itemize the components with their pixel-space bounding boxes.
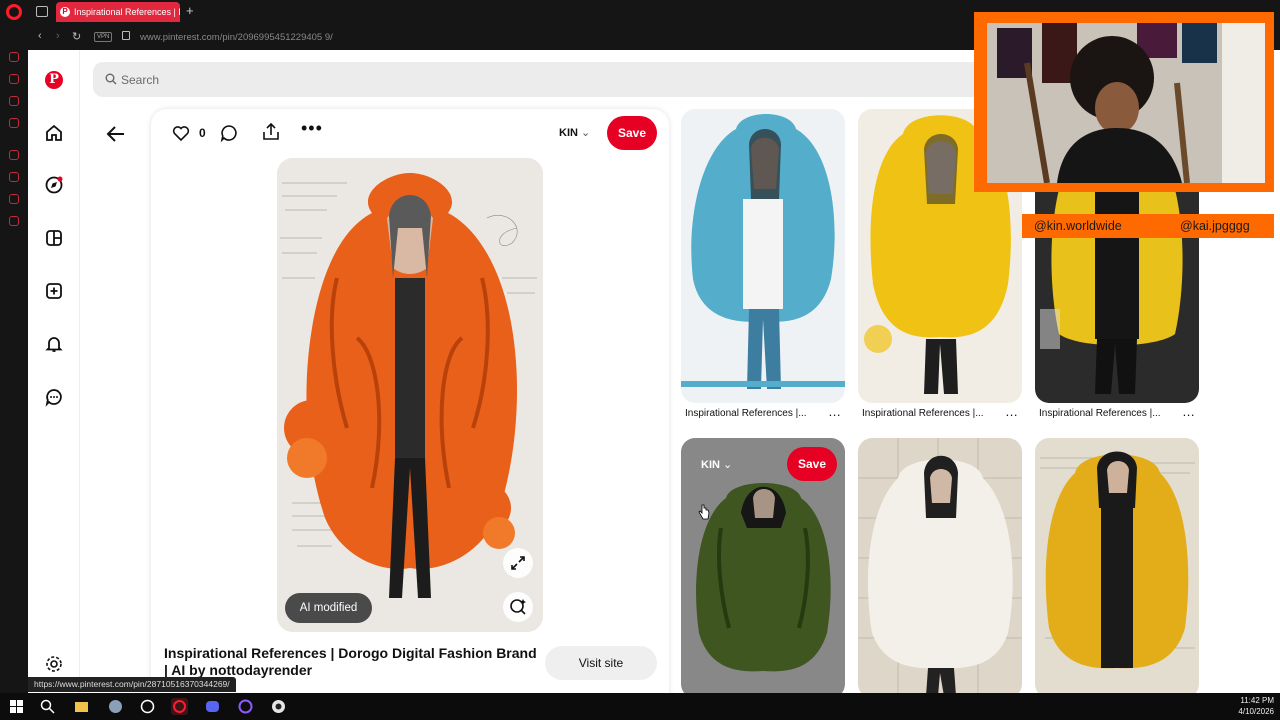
system-clock[interactable]: 11:42 PM 4/10/2026 xyxy=(1238,695,1274,717)
browser-tab-active[interactable]: P Inspirational References | D xyxy=(56,2,180,22)
sidebar-instagram-icon[interactable] xyxy=(9,118,19,128)
sidebar-history-icon[interactable] xyxy=(9,172,19,182)
pinterest-nav-rail: P xyxy=(28,50,80,693)
visual-search-icon[interactable] xyxy=(503,592,533,622)
explore-icon[interactable] xyxy=(44,175,64,195)
messages-icon[interactable] xyxy=(44,387,64,407)
more-options-icon[interactable]: ... xyxy=(1006,404,1018,419)
app-icon[interactable] xyxy=(237,698,254,715)
sidebar-settings-icon[interactable] xyxy=(9,216,19,226)
more-options-icon[interactable]: ••• xyxy=(301,119,323,143)
heart-icon[interactable] xyxy=(171,123,191,143)
ai-modified-badge[interactable]: AI modified xyxy=(285,593,372,623)
blue-puffer-illustration xyxy=(681,109,845,403)
settings-gear-icon[interactable] xyxy=(44,654,64,674)
boards-icon[interactable] xyxy=(44,228,64,248)
pin-title: Inspirational References | Dorogo Digita… xyxy=(164,645,537,678)
pinterest-favicon-icon: P xyxy=(60,7,70,17)
opera-taskbar-icon[interactable] xyxy=(171,698,188,715)
white-puffer-illustration xyxy=(858,438,1022,693)
streamer-webcam-image xyxy=(987,23,1265,183)
chevron-down-icon: ⌄ xyxy=(581,127,591,139)
forward-arrow-icon[interactable]: › xyxy=(56,30,60,42)
related-pin-gold-jacket[interactable] xyxy=(1035,438,1199,693)
lock-icon[interactable] xyxy=(122,31,130,40)
handle-right: @kai.jpgggg xyxy=(1180,219,1250,233)
sidebar-extensions-icon[interactable] xyxy=(9,194,19,204)
discord-icon[interactable] xyxy=(204,698,221,715)
caption-text: Inspirational References |... xyxy=(1039,408,1161,419)
more-options-icon[interactable]: ... xyxy=(1183,404,1195,419)
file-explorer-icon[interactable] xyxy=(73,698,90,715)
hover-board-selector[interactable]: KIN ⌄ xyxy=(701,458,732,471)
visit-site-button[interactable]: Visit site xyxy=(545,646,657,680)
workspaces-icon[interactable] xyxy=(36,6,48,17)
sidebar-messenger-icon[interactable] xyxy=(9,74,19,84)
back-arrow-icon[interactable] xyxy=(104,122,128,146)
webcam-overlay xyxy=(974,12,1274,192)
chatgpt-icon[interactable] xyxy=(139,698,156,715)
obs-icon[interactable] xyxy=(270,698,287,715)
back-arrow-icon[interactable]: ‹ xyxy=(38,30,42,42)
link-status-preview: https://www.pinterest.com/pin/2871051637… xyxy=(28,677,236,692)
share-icon[interactable] xyxy=(261,122,281,142)
hover-save-button[interactable]: Save xyxy=(787,447,837,481)
expand-icon[interactable] xyxy=(503,548,533,578)
opera-sidebar xyxy=(0,50,28,693)
search-input[interactable] xyxy=(121,62,981,97)
notifications-bell-icon[interactable] xyxy=(44,334,64,354)
caption-text: Inspirational References |... xyxy=(862,408,984,419)
save-button[interactable]: Save xyxy=(607,116,657,150)
search-icon xyxy=(105,73,117,85)
related-pin-blue-jacket[interactable] xyxy=(681,109,845,403)
board-name: KIN xyxy=(559,127,578,139)
vpn-badge[interactable]: VPN xyxy=(94,32,113,42)
mouse-cursor-hand-icon xyxy=(698,504,710,520)
new-tab-icon[interactable]: + xyxy=(186,3,194,18)
related-pin-caption: Inspirational References |...... xyxy=(685,404,845,419)
sidebar-whatsapp-icon[interactable] xyxy=(9,96,19,106)
related-pin-caption: Inspirational References |...... xyxy=(1039,404,1199,419)
chevron-down-icon: ⌄ xyxy=(723,459,733,471)
related-pin-caption: Inspirational References |...... xyxy=(862,404,1022,419)
sidebar-player-icon[interactable] xyxy=(9,150,19,160)
pin-closeup-card: 0 ••• KIN ⌄ Save AI modified Inspiration… xyxy=(151,109,669,693)
sidebar-aria-icon[interactable] xyxy=(9,52,19,62)
clock-date: 4/10/2026 xyxy=(1238,707,1274,716)
search-bar[interactable] xyxy=(93,62,1013,97)
url-field[interactable]: www.pinterest.com/pin/2096995451229405⁠ … xyxy=(140,32,333,43)
clock-time: 11:42 PM xyxy=(1240,696,1274,705)
home-icon[interactable] xyxy=(44,123,64,143)
board-selector[interactable]: KIN ⌄ xyxy=(559,126,590,139)
related-pin-green-jacket-hovered[interactable]: KIN ⌄ Save xyxy=(681,438,845,693)
search-icon[interactable] xyxy=(39,698,56,715)
comment-icon[interactable] xyxy=(219,123,239,143)
pin-main-image[interactable]: AI modified xyxy=(277,158,543,632)
windows-taskbar: 11:42 PM 4/10/2026 xyxy=(0,693,1280,720)
like-count: 0 xyxy=(199,126,206,140)
app-icon[interactable] xyxy=(107,698,124,715)
handle-left: @kin.worldwide xyxy=(1034,219,1122,233)
create-icon[interactable] xyxy=(44,281,64,301)
webcam-feed xyxy=(987,23,1265,183)
opera-logo-icon[interactable] xyxy=(6,4,22,20)
caption-text: Inspirational References |... xyxy=(685,408,807,419)
more-options-icon[interactable]: ... xyxy=(829,404,841,419)
reload-icon[interactable]: ↻ xyxy=(72,30,81,43)
related-pin-white-jacket[interactable] xyxy=(858,438,1022,693)
tab-title: Inspirational References | D xyxy=(74,7,180,17)
windows-start-icon[interactable] xyxy=(8,698,25,715)
pinterest-logo-icon[interactable]: P xyxy=(45,71,63,89)
social-handles-banner: @kin.worldwide @kai.jpgggg xyxy=(1022,214,1274,238)
board-name: KIN xyxy=(701,459,720,471)
gold-puffer-illustration xyxy=(1035,438,1199,693)
